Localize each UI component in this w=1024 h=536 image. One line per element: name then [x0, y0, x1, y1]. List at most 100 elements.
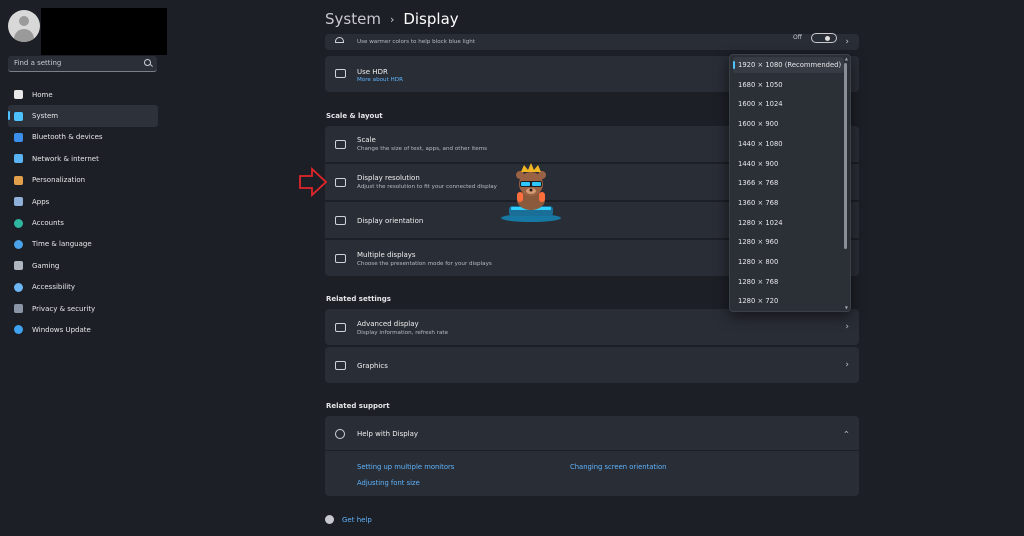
- chevron-up-icon[interactable]: ›: [842, 430, 852, 434]
- sidebar-nav: Home System Bluetooth & devices Network & i…: [8, 84, 158, 341]
- home-icon: [14, 90, 23, 100]
- sidebar-item-windows-update[interactable]: Windows Update: [8, 319, 158, 340]
- brush-icon: [14, 175, 23, 185]
- breadcrumb-separator: ›: [389, 12, 395, 26]
- brightness-icon: [335, 37, 344, 43]
- scroll-down-icon[interactable]: ▼: [845, 305, 848, 310]
- chevron-right-icon: ›: [845, 322, 849, 332]
- graphics-card[interactable]: Graphics ›: [325, 347, 859, 383]
- sidebar-item-label: Network & internet: [32, 154, 99, 163]
- help-link-screen-orientation[interactable]: Changing screen orientation: [570, 463, 666, 471]
- night-light-subtitle: Use warmer colors to help block blue lig…: [357, 39, 476, 45]
- sidebar-item-label: Privacy & security: [32, 304, 96, 313]
- orientation-icon: [335, 216, 346, 225]
- multiple-displays-title: Multiple displays: [357, 251, 416, 259]
- monitor-icon: [335, 323, 346, 332]
- scale-title: Scale: [357, 136, 376, 144]
- sidebar-item-privacy-security[interactable]: Privacy & security: [8, 298, 158, 319]
- sidebar-item-accessibility[interactable]: Accessibility: [8, 277, 158, 298]
- shield-icon: [14, 304, 23, 314]
- sidebar-item-apps[interactable]: Apps: [8, 191, 158, 212]
- resolution-option[interactable]: 1920 × 1080 (Recommended): [733, 57, 844, 73]
- resolution-option[interactable]: 1366 × 768: [730, 175, 844, 191]
- advanced-display-subtitle: Display information, refresh rate: [357, 330, 449, 336]
- wifi-icon: [14, 154, 23, 164]
- get-help-link[interactable]: Get help: [325, 515, 372, 524]
- scroll-up-icon[interactable]: ▲: [845, 56, 848, 61]
- sidebar-item-label: Apps: [32, 197, 50, 206]
- breadcrumb-system[interactable]: System: [325, 10, 381, 28]
- search-placeholder: Find a setting: [14, 59, 62, 67]
- night-light-toggle[interactable]: [811, 33, 837, 43]
- graphics-icon: [335, 361, 346, 370]
- dropdown-scrollbar[interactable]: [844, 63, 847, 249]
- resolution-option[interactable]: 1280 × 960: [730, 234, 844, 250]
- sidebar-item-system[interactable]: System: [8, 105, 158, 127]
- red-arrow-annotation: [299, 166, 328, 198]
- resolution-option[interactable]: 1280 × 1024: [730, 215, 844, 231]
- hdr-title: Use HDR: [357, 68, 388, 76]
- resolution-option[interactable]: 1600 × 1024: [730, 96, 844, 112]
- help-link-font-size[interactable]: Adjusting font size: [357, 479, 420, 487]
- section-scale-layout: Scale & layout: [326, 112, 383, 120]
- sidebar-item-label: Bluetooth & devices: [32, 133, 103, 142]
- section-related-support: Related support: [326, 402, 390, 410]
- breadcrumb: System › Display: [325, 10, 459, 28]
- advanced-display-title: Advanced display: [357, 320, 419, 328]
- gamepad-icon: [14, 261, 23, 271]
- resolution-dropdown[interactable]: ▲ ▼ 1920 × 1080 (Recommended) 1680 × 1050…: [729, 54, 851, 312]
- resolution-option[interactable]: 1440 × 900: [730, 156, 844, 172]
- accessibility-icon: [14, 282, 23, 292]
- display-orientation-title: Display orientation: [357, 217, 424, 225]
- sidebar-item-label: Gaming: [32, 261, 60, 270]
- avatar[interactable]: [8, 10, 40, 42]
- sidebar-item-network-internet[interactable]: Network & internet: [8, 148, 158, 169]
- help-icon: [325, 515, 334, 524]
- resolution-option[interactable]: 1440 × 1080: [730, 136, 844, 152]
- update-icon: [14, 325, 23, 335]
- advanced-display-card[interactable]: Advanced display Display information, re…: [325, 309, 859, 345]
- chevron-right-icon: ›: [845, 360, 849, 370]
- night-light-card[interactable]: Use warmer colors to help block blue lig…: [325, 33, 859, 50]
- resolution-option[interactable]: 1600 × 900: [730, 116, 844, 132]
- sidebar-item-home[interactable]: Home: [8, 84, 158, 105]
- chevron-right-icon: ›: [845, 37, 849, 47]
- globe-clock-icon: [14, 239, 23, 249]
- sidebar-item-label: Time & language: [32, 240, 92, 249]
- bear-mascot-image: [501, 163, 561, 222]
- globe-icon: [335, 429, 345, 439]
- hdr-icon: [335, 69, 346, 78]
- graphics-title: Graphics: [357, 362, 388, 370]
- person-icon: [14, 218, 23, 228]
- search-input[interactable]: Find a setting: [8, 56, 157, 72]
- resolution-option[interactable]: 1280 × 800: [730, 254, 844, 270]
- help-with-display-card: Help with Display › Setting up multiple …: [325, 416, 859, 496]
- sidebar-item-label: Windows Update: [32, 325, 91, 334]
- get-help-label: Get help: [342, 515, 372, 524]
- sidebar-item-personalization[interactable]: Personalization: [8, 170, 158, 191]
- sidebar-item-label: System: [32, 112, 59, 121]
- hdr-more-link[interactable]: More about HDR: [357, 77, 403, 83]
- resolution-option[interactable]: 1680 × 1050: [730, 77, 844, 93]
- sidebar-item-time-language[interactable]: Time & language: [8, 234, 158, 255]
- resolution-option[interactable]: 1280 × 768: [730, 274, 844, 290]
- apps-icon: [14, 197, 23, 207]
- sidebar-item-label: Home: [32, 90, 53, 99]
- sidebar-item-accounts[interactable]: Accounts: [8, 212, 158, 233]
- sidebar-item-bluetooth-devices[interactable]: Bluetooth & devices: [8, 127, 158, 148]
- sidebar-item-label: Personalization: [32, 176, 86, 185]
- scale-subtitle: Change the size of text, apps, and other…: [357, 146, 488, 152]
- scale-icon: [335, 140, 346, 149]
- search-icon[interactable]: [144, 59, 151, 66]
- sidebar-item-label: Accessibility: [32, 283, 76, 292]
- bluetooth-icon: [14, 132, 23, 142]
- multiple-displays-subtitle: Choose the presentation mode for your di…: [357, 261, 492, 267]
- sidebar-item-gaming[interactable]: Gaming: [8, 255, 158, 276]
- section-related-settings: Related settings: [326, 295, 391, 303]
- resolution-option[interactable]: 1360 × 768: [730, 195, 844, 211]
- help-link-multiple-monitors[interactable]: Setting up multiple monitors: [357, 463, 454, 471]
- multiple-displays-icon: [335, 254, 346, 263]
- help-with-display-title[interactable]: Help with Display: [357, 430, 418, 438]
- display-resolution-subtitle: Adjust the resolution to fit your connec…: [357, 184, 497, 190]
- resolution-option[interactable]: 1280 × 720: [730, 293, 844, 309]
